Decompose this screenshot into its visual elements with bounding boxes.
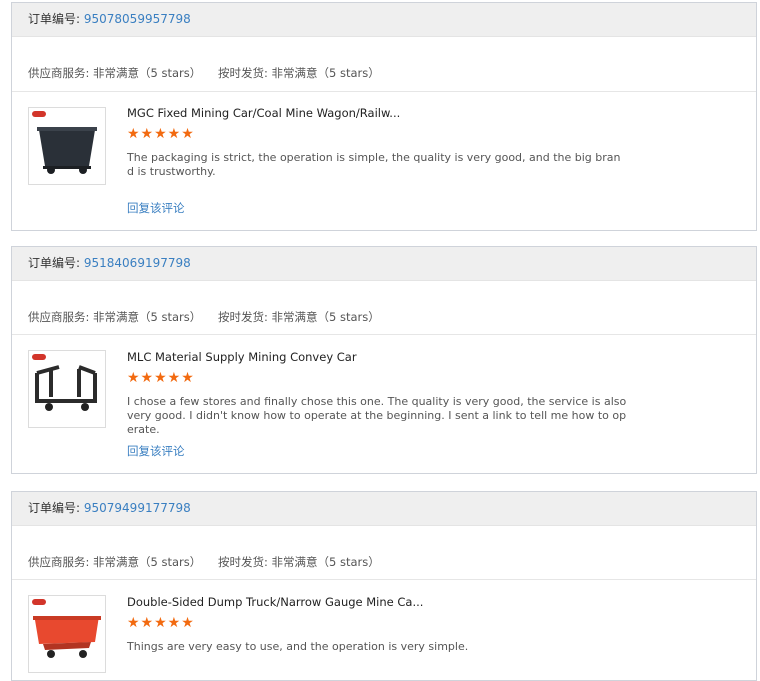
service-ratings: 供应商服务: 非常满意（5 stars） 按时发货: 非常满意（5 stars）	[28, 554, 380, 570]
mining-car-image	[37, 127, 97, 174]
product-title[interactable]: Double-Sided Dump Truck/Narrow Gauge Min…	[127, 595, 423, 609]
order-number[interactable]: 95184069197798	[84, 256, 191, 270]
order-label: 订单编号:	[28, 501, 81, 515]
order-number[interactable]: 95079499177798	[84, 501, 191, 515]
brand-badge-icon	[32, 599, 46, 605]
brand-badge-icon	[32, 111, 46, 117]
review-card: 订单编号: 95078059957798 供应商服务: 非常满意（5 stars…	[11, 2, 757, 231]
shipping-rating: 按时发货: 非常满意（5 stars）	[218, 66, 380, 80]
review-text: I chose a few stores and finally chose t…	[127, 395, 627, 436]
star-rating: ★★★★★	[127, 126, 195, 142]
divider	[12, 579, 756, 580]
product-title[interactable]: MLC Material Supply Mining Convey Car	[127, 350, 357, 364]
shipping-rating: 按时发货: 非常满意（5 stars）	[218, 310, 380, 324]
dump-truck-image	[33, 616, 101, 658]
product-title[interactable]: MGC Fixed Mining Car/Coal Mine Wagon/Rai…	[127, 106, 400, 120]
review-card: 订单编号: 95079499177798 供应商服务: 非常满意（5 stars…	[11, 491, 757, 681]
star-rating: ★★★★★	[127, 370, 195, 386]
product-thumbnail[interactable]	[28, 595, 106, 673]
star-rating: ★★★★★	[127, 615, 195, 631]
convey-car-image	[35, 365, 97, 411]
service-ratings: 供应商服务: 非常满意（5 stars） 按时发货: 非常满意（5 stars）	[28, 65, 380, 81]
order-header: 订单编号: 95184069197798	[12, 247, 756, 281]
reply-link[interactable]: 回复该评论	[127, 443, 185, 459]
order-header: 订单编号: 95079499177798	[12, 492, 756, 526]
product-thumbnail[interactable]	[28, 107, 106, 185]
product-thumbnail[interactable]	[28, 350, 106, 428]
reply-link[interactable]: 回复该评论	[127, 200, 185, 216]
supplier-rating: 供应商服务: 非常满意（5 stars）	[28, 66, 202, 80]
supplier-rating: 供应商服务: 非常满意（5 stars）	[28, 555, 202, 569]
order-header: 订单编号: 95078059957798	[12, 3, 756, 37]
divider	[12, 91, 756, 92]
service-ratings: 供应商服务: 非常满意（5 stars） 按时发货: 非常满意（5 stars）	[28, 309, 380, 325]
brand-badge-icon	[32, 354, 46, 360]
review-text: Things are very easy to use, and the ope…	[127, 640, 469, 653]
divider	[12, 334, 756, 335]
supplier-rating: 供应商服务: 非常满意（5 stars）	[28, 310, 202, 324]
review-text: The packaging is strict, the operation i…	[127, 151, 621, 178]
order-label: 订单编号:	[28, 12, 81, 26]
order-label: 订单编号:	[28, 256, 81, 270]
shipping-rating: 按时发货: 非常满意（5 stars）	[218, 555, 380, 569]
order-number[interactable]: 95078059957798	[84, 12, 191, 26]
review-card: 订单编号: 95184069197798 供应商服务: 非常满意（5 stars…	[11, 246, 757, 474]
